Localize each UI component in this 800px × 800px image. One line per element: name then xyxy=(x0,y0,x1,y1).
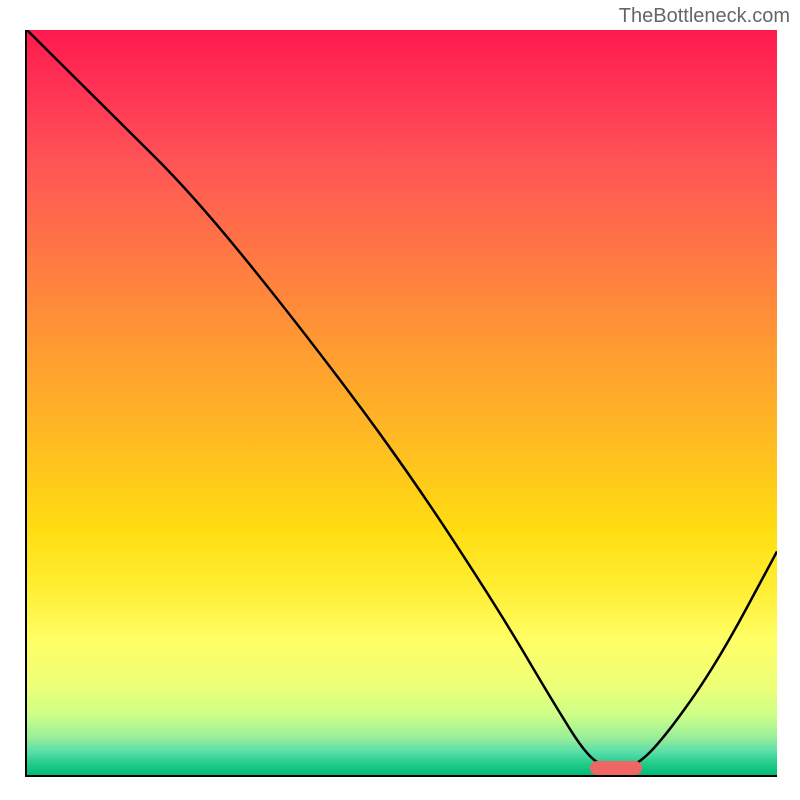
chart-container: TheBottleneck.com xyxy=(0,0,800,800)
bottleneck-curve xyxy=(27,30,777,775)
plot-area xyxy=(25,30,777,777)
watermark-text: TheBottleneck.com xyxy=(619,5,790,28)
optimal-marker xyxy=(590,761,643,775)
